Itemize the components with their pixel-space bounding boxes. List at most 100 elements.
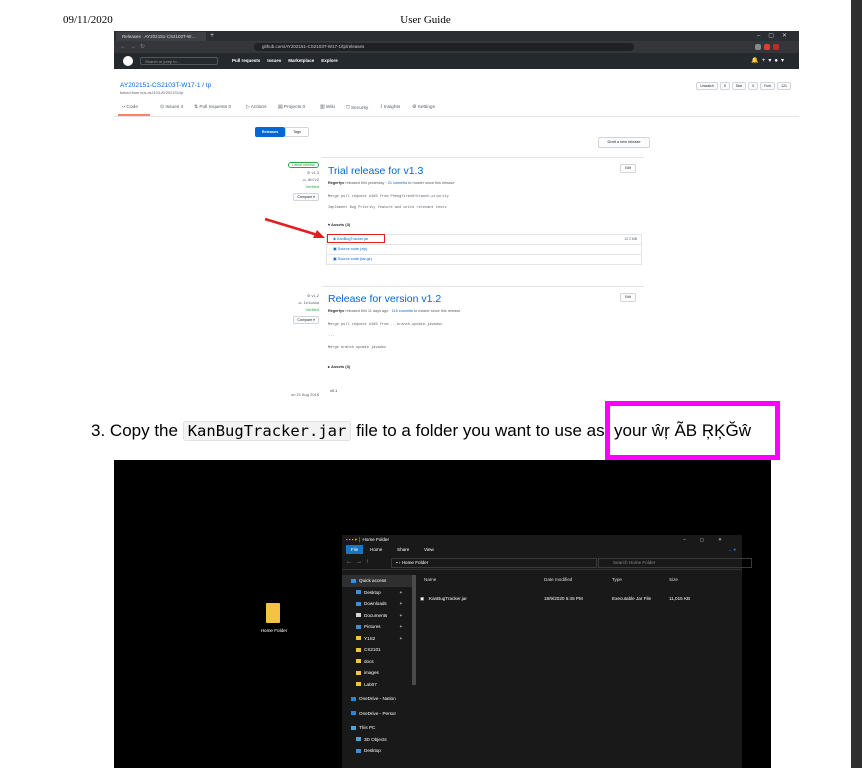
nav-downloads[interactable]: Downloads ✦ <box>342 598 412 610</box>
release1-tag[interactable]: ⊘ v1.3 <box>257 170 319 175</box>
tab-pull-requests[interactable]: ⇅ Pull requests 0 <box>194 105 231 110</box>
release2-edit-button[interactable]: Edit <box>620 293 636 302</box>
file-list-header: Name Date modified Type Size <box>420 577 742 587</box>
github-search-input[interactable]: Search or jump to… <box>140 57 218 65</box>
tab-actions[interactable]: ▷ Actions <box>246 105 267 110</box>
nav-issues[interactable]: Issues <box>267 58 281 63</box>
release2-commits-link[interactable]: 115 commits <box>392 309 413 313</box>
folder-icon[interactable] <box>266 603 280 623</box>
pin-icon: ✦ <box>399 589 403 595</box>
file-type: Executable Jar File <box>612 596 652 601</box>
window-controls[interactable]: –▢✕ <box>757 31 795 41</box>
explorer-ribbon: File Home Share View ⌄ ● <box>342 544 742 555</box>
nav-images[interactable]: images <box>342 667 412 679</box>
col-date-modified[interactable]: Date modified <box>544 577 572 582</box>
release2-commit[interactable]: -o- 1e1ca4a <box>257 300 319 305</box>
release1-title[interactable]: Trial release for v1.3 <box>328 165 423 177</box>
release2-tag[interactable]: ⊘ v1.2 <box>257 293 319 298</box>
nav-pull-requests[interactable]: Pull requests <box>232 58 260 63</box>
col-name[interactable]: Name <box>424 577 436 582</box>
watch-button[interactable]: Unwatch <box>696 82 718 90</box>
url-field[interactable]: github.com/AY202151-CS2103T-W17-1/tp/rel… <box>254 43 634 51</box>
explorer-address-field[interactable]: ▪ › Home Folder <box>391 558 597 568</box>
release1-compare-button[interactable]: Compare ▾ <box>293 193 319 201</box>
file-row[interactable]: ▣ KanBugTracker.jar 18/9/2020 5:45 PM Ex… <box>420 593 720 604</box>
github-logo-icon[interactable] <box>123 56 133 66</box>
forked-from[interactable]: forked from nus-cs2103-AY2021S1/tp <box>120 91 183 95</box>
release1-commit[interactable]: -o- 8b7c2 <box>257 177 319 182</box>
new-tab-icon[interactable]: + <box>210 31 214 41</box>
releases-button[interactable]: Releases <box>255 127 285 137</box>
repo-name[interactable]: AY202151-CS2103T-W17-1 / tp <box>120 82 211 89</box>
release2-title[interactable]: Release for version v1.2 <box>328 293 441 305</box>
help-icon[interactable]: ⌄ ● <box>728 545 736 554</box>
nav-desktop-pc[interactable]: Desktop <box>342 745 412 757</box>
watch-count[interactable]: 5 <box>719 82 730 90</box>
step-3-text: 3. Copy the KanBugTracker.jar file to a … <box>91 421 605 441</box>
col-type[interactable]: Type <box>612 577 622 582</box>
col-size[interactable]: Size <box>669 577 678 582</box>
nav-docs[interactable]: docs <box>342 656 412 668</box>
nav-quick-access[interactable]: Quick access <box>342 575 412 587</box>
release1-commits-link[interactable]: 21 commits <box>388 181 407 185</box>
nav-onedrive-personal[interactable]: OneDrive - Persor <box>342 708 412 720</box>
explorer-nav-icons[interactable]: ←→↑ <box>346 555 373 569</box>
explorer-window-controls[interactable]: –▢✕ <box>683 535 736 544</box>
release1-edit-button[interactable]: Edit <box>620 164 636 173</box>
nav-marketplace[interactable]: Marketplace <box>288 58 314 63</box>
release2-assets-toggle[interactable]: ▸ Assets (3) <box>328 364 350 369</box>
nav-3d-objects[interactable]: 3D Objects <box>342 734 412 746</box>
ribbon-share-tab[interactable]: Share <box>397 545 409 554</box>
repo-tabs: ‹› Code ⊙ Issues 4 ⇅ Pull requests 0 ▷ A… <box>114 102 799 117</box>
explorer-search-input[interactable]: Search Home Folder <box>598 558 752 568</box>
release2-compare-button[interactable]: Compare ▾ <box>293 316 319 324</box>
tab-projects[interactable]: ▤ Projects 0 <box>278 105 305 110</box>
file-size: 11,015 KB <box>669 596 691 601</box>
release2-verified[interactable]: Verified <box>257 307 319 312</box>
release1-body-line2: Implement Bug Priority feature and write… <box>328 206 447 210</box>
notification-icons[interactable]: 🔔+▾●▾ <box>751 53 787 69</box>
ribbon-file-tab[interactable]: File <box>346 545 363 554</box>
browser-tab[interactable]: Releases · AY202151-CS2103T-W… <box>116 32 206 41</box>
nav-cs2101[interactable]: CS2101 <box>342 644 412 656</box>
tags-button[interactable]: Tags <box>285 127 309 137</box>
star-count[interactable]: 0 <box>748 82 759 90</box>
release1-assets-toggle[interactable]: ▾ Assets (3) <box>328 222 350 227</box>
fork-count[interactable]: 121 <box>777 82 791 90</box>
file-name[interactable]: KanBugTracker.jar <box>429 593 467 604</box>
asset-targz-link[interactable]: ▣ Source code (tar.gz) <box>327 255 641 264</box>
tab-code[interactable]: ‹› Code <box>122 105 138 110</box>
nav-y1s2[interactable]: Y1S2 ✦ <box>342 633 412 645</box>
tab-insights[interactable]: ⌇ Insights <box>380 105 400 110</box>
asset-zip-link[interactable]: ▣ Source code (zip) <box>327 245 641 255</box>
pin-icon: ✦ <box>399 612 403 618</box>
nav-lab07[interactable]: Lab07 <box>342 679 412 691</box>
nav-onedrive-nation[interactable]: OneDrive - Nation <box>342 693 412 705</box>
fork-button[interactable]: Fork <box>760 82 776 90</box>
release3-tag[interactable]: v0.1 <box>330 389 337 393</box>
nav-explore[interactable]: Explore <box>321 58 338 63</box>
tab-security[interactable]: ⛉ Security <box>346 105 368 111</box>
tab-issues[interactable]: ⊙ Issues 4 <box>160 105 183 110</box>
desktop-folder-label[interactable]: Home Folder <box>254 628 294 633</box>
nav-documents[interactable]: Documents ✦ <box>342 610 412 622</box>
browser-nav-icons[interactable]: ←→↻ <box>120 41 149 53</box>
latest-release-badge: Latest release <box>288 162 319 168</box>
ribbon-home-tab[interactable]: Home <box>370 545 382 554</box>
nav-this-pc[interactable]: This PC <box>342 722 412 734</box>
ribbon-view-tab[interactable]: View <box>424 545 434 554</box>
browser-tab-bar: Releases · AY202151-CS2103T-W… + –▢✕ <box>114 31 799 41</box>
explorer-window: ▪ ▪ ▪ ▾ │ Home Folder –▢✕ File Home Shar… <box>342 535 752 768</box>
tab-settings[interactable]: ⚙ Settings <box>412 105 435 110</box>
release1-verified[interactable]: Verified <box>257 184 319 189</box>
viewer-scrollbar[interactable] <box>851 0 862 768</box>
extension-icons[interactable] <box>755 43 785 51</box>
draft-release-button[interactable]: Draft a new release <box>598 137 650 148</box>
pin-icon: ✦ <box>399 624 403 629</box>
nav-pane-scrollbar[interactable] <box>412 575 416 685</box>
nav-pictures[interactable]: Pictures ✦ <box>342 621 412 633</box>
star-button[interactable]: Star <box>731 82 747 90</box>
nav-desktop[interactable]: Desktop ✦ <box>342 587 412 599</box>
release3-date: on 21 Aug 2018 <box>290 392 319 397</box>
tab-wiki[interactable]: ▥ Wiki <box>320 105 335 110</box>
